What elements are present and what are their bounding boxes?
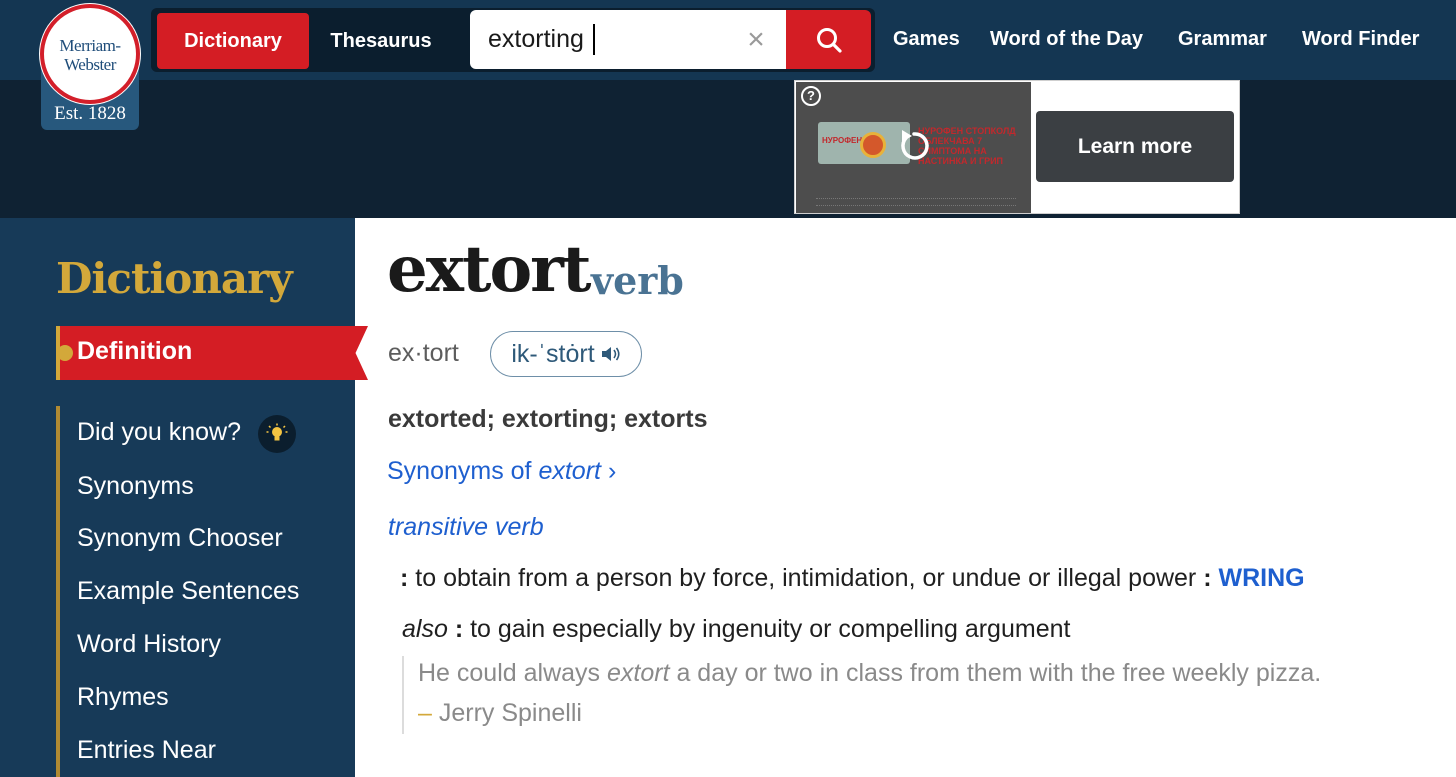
search-icon [816,27,842,53]
example-rule [402,656,404,734]
definition-colon: : [1203,564,1212,592]
search-input[interactable] [470,10,786,69]
nav-grammar[interactable]: Grammar [1178,28,1267,51]
nav-games[interactable]: Games [893,28,960,51]
definition-2-label: also [402,615,448,643]
ad-headline: НУРОФЕН СТОПКОЛД ОБЛЕКЧАВА 7 СИМПТОМА НА… [918,126,1016,166]
merriam-webster-logo[interactable]: Merriam- Webster [40,4,140,104]
synonyms-link-chevron: › [607,457,617,485]
nav-word-of-the-day[interactable]: Word of the Day [990,28,1143,51]
example-sentence: He could always extort a day or two in c… [418,659,1321,688]
replay-icon[interactable] [894,126,934,166]
definition-2: also : to gain especially by ingenuity o… [402,615,1070,644]
synonyms-link-prefix: Synonyms of [387,457,539,485]
logo-established: Est. 1828 [54,103,126,124]
learn-more-button[interactable]: Learn more [1036,111,1234,182]
sidebar-item-synonym-chooser[interactable]: Synonym Chooser [77,524,283,553]
lightbulb-glyph [266,423,288,441]
pronunciation-text: ik-ˈstȯrt [511,339,595,368]
logo-wordmark: Merriam- Webster [44,36,136,74]
logo-line-1: Merriam- [59,36,121,55]
speaker-icon [601,347,620,361]
example-attribution: – Jerry Spinelli [418,699,582,728]
synonyms-link-word: extort [538,457,601,485]
inflections: extorted; extorting; extorts [388,405,708,433]
example-after: a day or two in class from them with the… [669,659,1322,687]
definition-1-text: to obtain from a person by force, intimi… [408,564,1204,592]
sidebar-item-rhymes[interactable]: Rhymes [77,683,169,712]
definition-colon: : [454,615,464,643]
sidebar-item-did-you-know[interactable]: Did you know? [77,418,241,447]
sidebar: Dictionary Definition Did you know? Syno… [0,218,368,777]
search-button[interactable] [786,10,871,69]
part-of-speech: verb [591,258,684,303]
text-caret [593,24,595,55]
ad-image[interactable]: НУРОФЕН НУРОФЕН СТОПКОЛД ОБЛЕКЧАВА 7 СИМ… [796,82,1031,213]
definition-1: : to obtain from a person by force, inti… [400,564,1305,593]
logo-line-2: Webster [64,55,116,74]
example-before: He could always [418,659,607,687]
sidebar-item-synonyms[interactable]: Synonyms [77,472,194,501]
sidebar-item-label: Definition [77,337,193,365]
example-headword: extort [606,659,670,687]
syllable-breakdown: ex·tort [388,339,459,367]
tab-dictionary[interactable]: Dictionary [157,13,309,69]
pronunciation-button[interactable]: ik-ˈstȯrt [490,331,642,377]
help-icon[interactable]: ? [801,86,821,106]
sidebar-heading: Dictionary [56,254,293,303]
sidebar-rule [56,406,60,777]
tab-thesaurus[interactable]: Thesaurus [312,13,450,69]
advertisement: НУРОФЕН НУРОФЕН СТОПКОЛД ОБЛЕКЧАВА 7 СИМ… [794,80,1240,214]
definition-2-text: to gain especially by ingenuity or compe… [463,615,1071,643]
headword: extort [387,232,591,307]
lightbulb-icon [258,415,296,453]
sidebar-item-word-history[interactable]: Word History [77,630,221,659]
close-icon[interactable]: × [742,25,770,55]
sidebar-item-example-sentences[interactable]: Example Sentences [77,577,299,606]
active-indicator-dot [57,345,73,361]
ad-fineprint [816,198,1016,206]
chevron-right-icon [601,457,608,485]
attribution-dash: – [418,699,432,727]
ad-product-emblem [860,132,886,158]
ad-product-label: НУРОФЕН [822,136,863,145]
sense-label: transitive verb [388,513,544,541]
attribution-author: Jerry Spinelli [431,699,582,727]
nav-word-finder[interactable]: Word Finder [1302,28,1419,51]
synonyms-link[interactable]: Synonyms of extort › [387,457,616,486]
cross-reference-link[interactable]: WRING [1218,564,1304,592]
sidebar-item-entries-near[interactable]: Entries Near [77,736,216,765]
